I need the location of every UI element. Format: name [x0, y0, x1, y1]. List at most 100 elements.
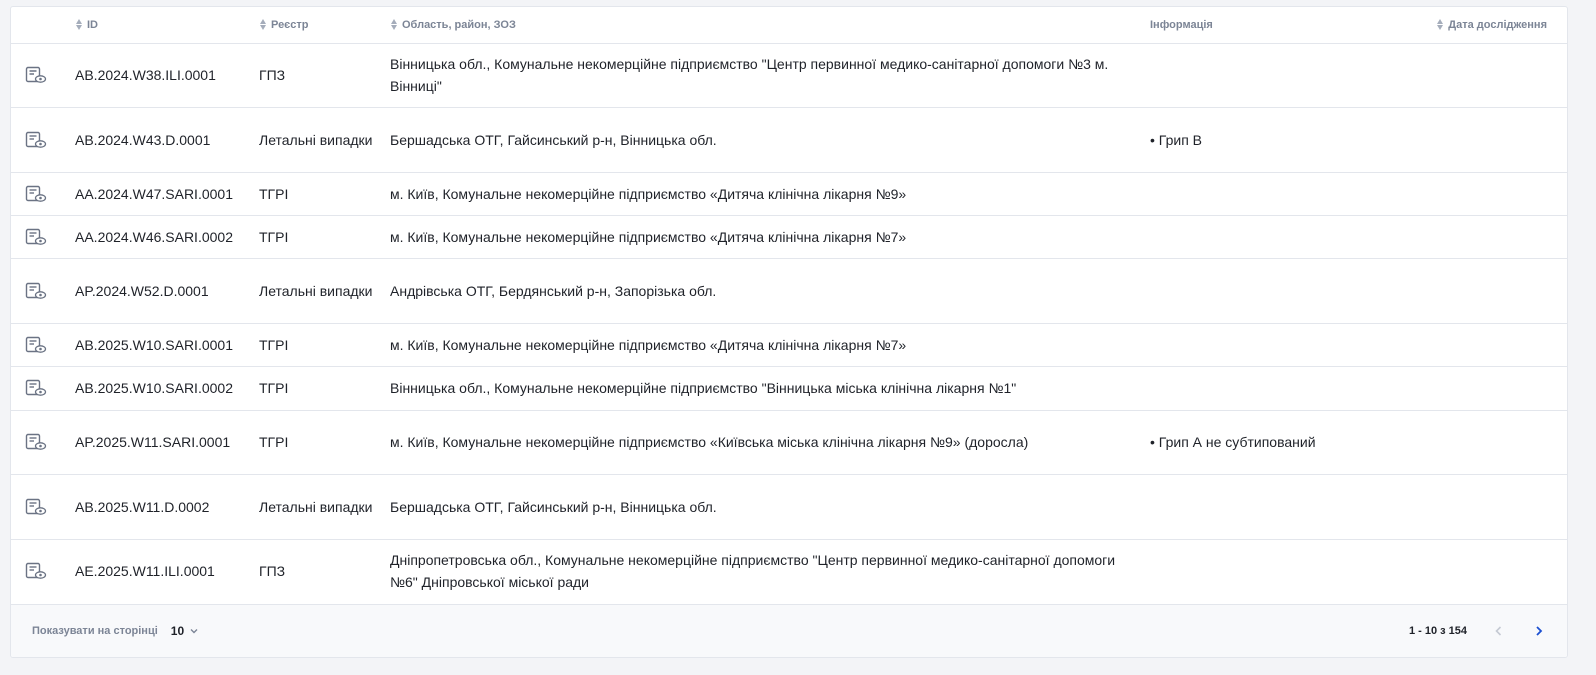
row-actions-cell — [11, 366, 75, 411]
cell-id: AP.2024.W52.D.0001 — [75, 258, 259, 324]
table-row[interactable]: AE.2025.W11.ILI.0001 ГПЗ Дніпропетровськ… — [11, 539, 1567, 603]
region-text: м. Київ, Комунальне некомерційне підприє… — [390, 434, 1029, 450]
cell-date — [1336, 107, 1567, 173]
row-actions-cell — [11, 258, 75, 324]
row-actions-cell — [11, 172, 75, 216]
view-document-icon[interactable] — [25, 336, 47, 354]
sort-icon[interactable] — [1436, 19, 1444, 31]
region-text: м. Київ, Комунальне некомерційне підприє… — [390, 228, 907, 245]
table-row[interactable]: AB.2024.W38.ILI.0001 ГПЗ Вінницька обл.,… — [11, 43, 1567, 108]
cell-region: Вінницька обл., Комунальне некомерційне … — [390, 43, 1150, 108]
cell-date — [1336, 43, 1567, 108]
view-document-icon[interactable] — [25, 66, 47, 84]
header-actions — [11, 7, 75, 44]
region-text: м. Київ, Комунальне некомерційне підприє… — [390, 336, 907, 353]
header-registry[interactable]: Реєстр — [259, 7, 390, 44]
sort-icon[interactable] — [390, 19, 398, 31]
view-document-icon[interactable] — [25, 282, 47, 300]
cell-date — [1336, 258, 1567, 324]
sort-icon[interactable] — [259, 19, 267, 31]
cell-registry: ГПЗ — [259, 43, 390, 108]
header-region-label: Область, район, ЗОЗ — [402, 18, 516, 31]
cell-info — [1150, 474, 1336, 540]
header-date-label: Дата дослідження — [1448, 18, 1547, 31]
cell-info — [1150, 539, 1336, 603]
cell-info — [1150, 43, 1336, 108]
cell-id: AB.2025.W10.SARI.0001 — [75, 323, 259, 367]
cell-registry: ГПЗ — [259, 563, 286, 580]
header-region[interactable]: Область, район, ЗОЗ — [390, 7, 1150, 44]
table-header-row: ID Реєстр Область, район, ЗОЗ Інформація… — [11, 7, 1567, 44]
table-row[interactable]: AB.2024.W43.D.0001 Летальні випадки Берш… — [11, 107, 1567, 173]
cell-region: Андрівська ОТГ, Бердянський р-н, Запоріз… — [390, 258, 1150, 324]
cell-info: Грип B — [1150, 107, 1336, 173]
table-row[interactable]: AB.2025.W10.SARI.0002 ТГРІ Вінницька обл… — [11, 366, 1567, 411]
cell-date — [1336, 323, 1567, 367]
table-row[interactable]: AB.2025.W10.SARI.0001 ТГРІ м. Київ, Кому… — [11, 323, 1567, 367]
row-actions-cell — [11, 474, 75, 540]
cell-registry: Летальні випадки — [259, 107, 390, 173]
records-table: ID Реєстр Область, район, ЗОЗ Інформація… — [11, 7, 1567, 603]
table-row[interactable]: AA.2024.W47.SARI.0001 ТГРІ м. Київ, Кому… — [11, 172, 1567, 216]
view-document-icon[interactable] — [25, 498, 47, 516]
cell-info: Грип А не субтипований — [1150, 410, 1336, 475]
view-document-icon[interactable] — [25, 562, 47, 580]
cell-region: Дніпропетровська обл., Комунальне некоме… — [390, 539, 1150, 603]
previous-page-button[interactable] — [1488, 620, 1510, 642]
view-document-icon[interactable] — [25, 131, 47, 149]
view-document-icon[interactable] — [25, 185, 47, 203]
table-row[interactable]: AP.2024.W52.D.0001 Летальні випадки Андр… — [11, 258, 1567, 324]
cell-info — [1150, 366, 1336, 411]
cell-region: Бершадська ОТГ, Гайсинський р-н, Вінниць… — [390, 474, 1150, 540]
row-actions-cell — [11, 215, 75, 259]
cell-id: AB.2025.W10.SARI.0002 — [75, 366, 259, 411]
next-page-button[interactable] — [1528, 620, 1550, 642]
cell-id: AB.2024.W43.D.0001 — [75, 107, 259, 173]
cell-info — [1150, 258, 1336, 324]
row-actions-cell — [11, 43, 75, 108]
cell-registry: ТГРІ — [259, 323, 390, 367]
cell-date — [1336, 410, 1567, 475]
table-row[interactable]: AA.2024.W46.SARI.0002 ТГРІ м. Київ, Кому… — [11, 215, 1567, 259]
cell-registry: ТГРІ — [259, 366, 390, 411]
row-actions-cell — [11, 107, 75, 173]
sort-icon[interactable] — [75, 19, 83, 31]
header-date[interactable]: Дата дослідження — [1336, 7, 1567, 44]
region-text: Бершадська ОТГ, Гайсинський р-н, Вінниць… — [390, 131, 717, 148]
chevron-down-icon — [190, 629, 198, 634]
cell-date — [1336, 474, 1567, 540]
row-actions-cell — [11, 539, 75, 603]
cell-region: Вінницька обл., Комунальне некомерційне … — [390, 366, 1150, 411]
header-registry-label: Реєстр — [271, 18, 309, 31]
cell-registry: Летальні випадки — [259, 258, 390, 324]
table-row[interactable]: AB.2025.W11.D.0002 Летальні випадки Берш… — [11, 474, 1567, 540]
cell-region: м. Київ, Комунальне некомерційне підприє… — [390, 215, 1150, 259]
region-text: Вінницька обл., Комунальне некомерційне … — [390, 56, 1109, 94]
header-id-label: ID — [87, 18, 98, 31]
chevron-left-icon — [1495, 626, 1502, 636]
table-row[interactable]: AP.2025.W11.SARI.0001 ТГРІ м. Київ, Кому… — [11, 410, 1567, 475]
cell-region: м. Київ, Комунальне некомерційне підприє… — [390, 323, 1150, 367]
view-document-icon[interactable] — [25, 379, 47, 397]
table-body: AB.2024.W38.ILI.0001 ГПЗ Вінницька обл.,… — [11, 43, 1567, 603]
cell-id: AA.2024.W46.SARI.0002 — [75, 215, 259, 259]
cell-info — [1150, 172, 1336, 216]
region-text: Андрівська ОТГ, Бердянський р-н, Запоріз… — [390, 282, 717, 299]
chevron-right-icon — [1536, 626, 1543, 636]
cell-registry: ТГРІ — [259, 410, 390, 475]
pagination-range: 1 - 10 з 154 — [1408, 625, 1467, 637]
header-info-label: Інформація — [1150, 18, 1213, 31]
info-item: Грип B — [1150, 129, 1336, 151]
cell-id: AE.2025.W11.ILI.0001 — [75, 563, 215, 580]
info-list: Грип B — [1150, 129, 1336, 151]
info-item: Грип А не субтипований — [1150, 431, 1336, 453]
cell-id: AB.2025.W11.D.0002 — [75, 474, 259, 540]
view-document-icon[interactable] — [25, 433, 47, 451]
records-table-card: ID Реєстр Область, район, ЗОЗ Інформація… — [10, 6, 1568, 658]
cell-date — [1336, 539, 1567, 603]
view-document-icon[interactable] — [25, 228, 47, 246]
cell-region: Бершадська ОТГ, Гайсинський р-н, Вінниць… — [390, 107, 1150, 173]
header-id[interactable]: ID — [75, 7, 259, 44]
rows-per-page-select[interactable]: 10 — [171, 624, 199, 638]
cell-region: м. Київ, Комунальне некомерційне підприє… — [390, 410, 1150, 475]
